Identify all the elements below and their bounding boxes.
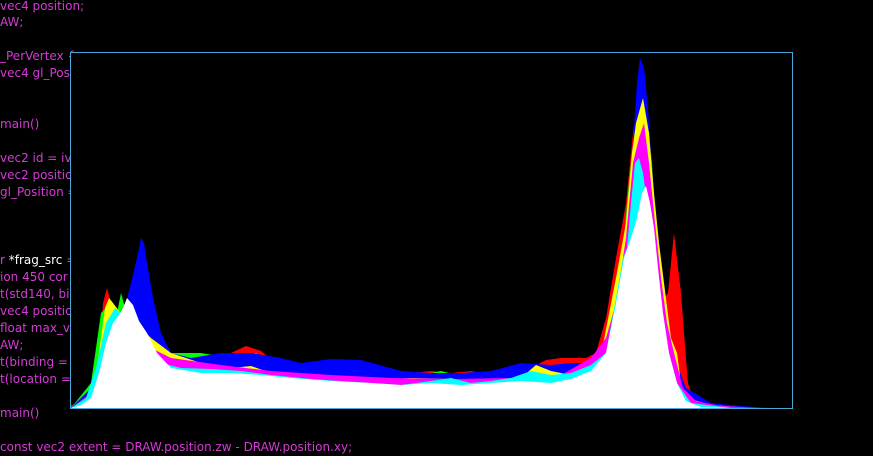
code-line: vec2 position: [0, 167, 80, 184]
code-text: t(std140, bi: [0, 287, 70, 301]
code-text: gl_Position =: [0, 185, 78, 199]
histogram-window[interactable]: [70, 52, 793, 409]
code-text: main(): [0, 117, 40, 131]
code-text: float max_va: [0, 321, 78, 335]
code-line: _PerVertex {: [0, 48, 75, 65]
code-line: main(): [0, 405, 39, 422]
code-line: AW;: [0, 14, 23, 31]
code-text: t(location =: [0, 372, 71, 386]
code-line: t(std140, bi: [0, 286, 69, 303]
code-text: vec2 position: [0, 168, 81, 182]
code-text: AW;: [0, 15, 24, 29]
code-identifier: *frag_src: [8, 253, 63, 267]
code-line: vec4 position;: [0, 0, 84, 15]
code-text: _PerVertex {: [0, 49, 76, 63]
code-text: vec4 positio: [0, 304, 73, 318]
code-line: main(): [0, 116, 39, 133]
code-text: t(binding =: [0, 355, 68, 369]
histogram-plot: [71, 58, 771, 408]
code-text: main(): [0, 406, 40, 420]
code-text: vec2 id = iv: [0, 151, 72, 165]
code-text: ion 450 cor: [0, 270, 68, 284]
code-line: ion 450 cor: [0, 269, 68, 286]
code-text: r: [0, 253, 9, 267]
code-line: AW;: [0, 337, 23, 354]
code-text: AW;: [0, 338, 24, 352]
code-line: t(binding =: [0, 354, 68, 371]
code-line: vec2 id = iv: [0, 150, 72, 167]
code-line: gl_Position =: [0, 184, 78, 201]
code-text: vec4 position;: [0, 0, 85, 13]
code-line: float max_va: [0, 320, 77, 337]
code-line: vec4 positio: [0, 303, 72, 320]
code-line: r *frag_src =: [0, 252, 76, 269]
code-line: t(location =: [0, 371, 71, 388]
code-text: const vec2 extent = DRAW.position.zw - D…: [0, 440, 353, 454]
